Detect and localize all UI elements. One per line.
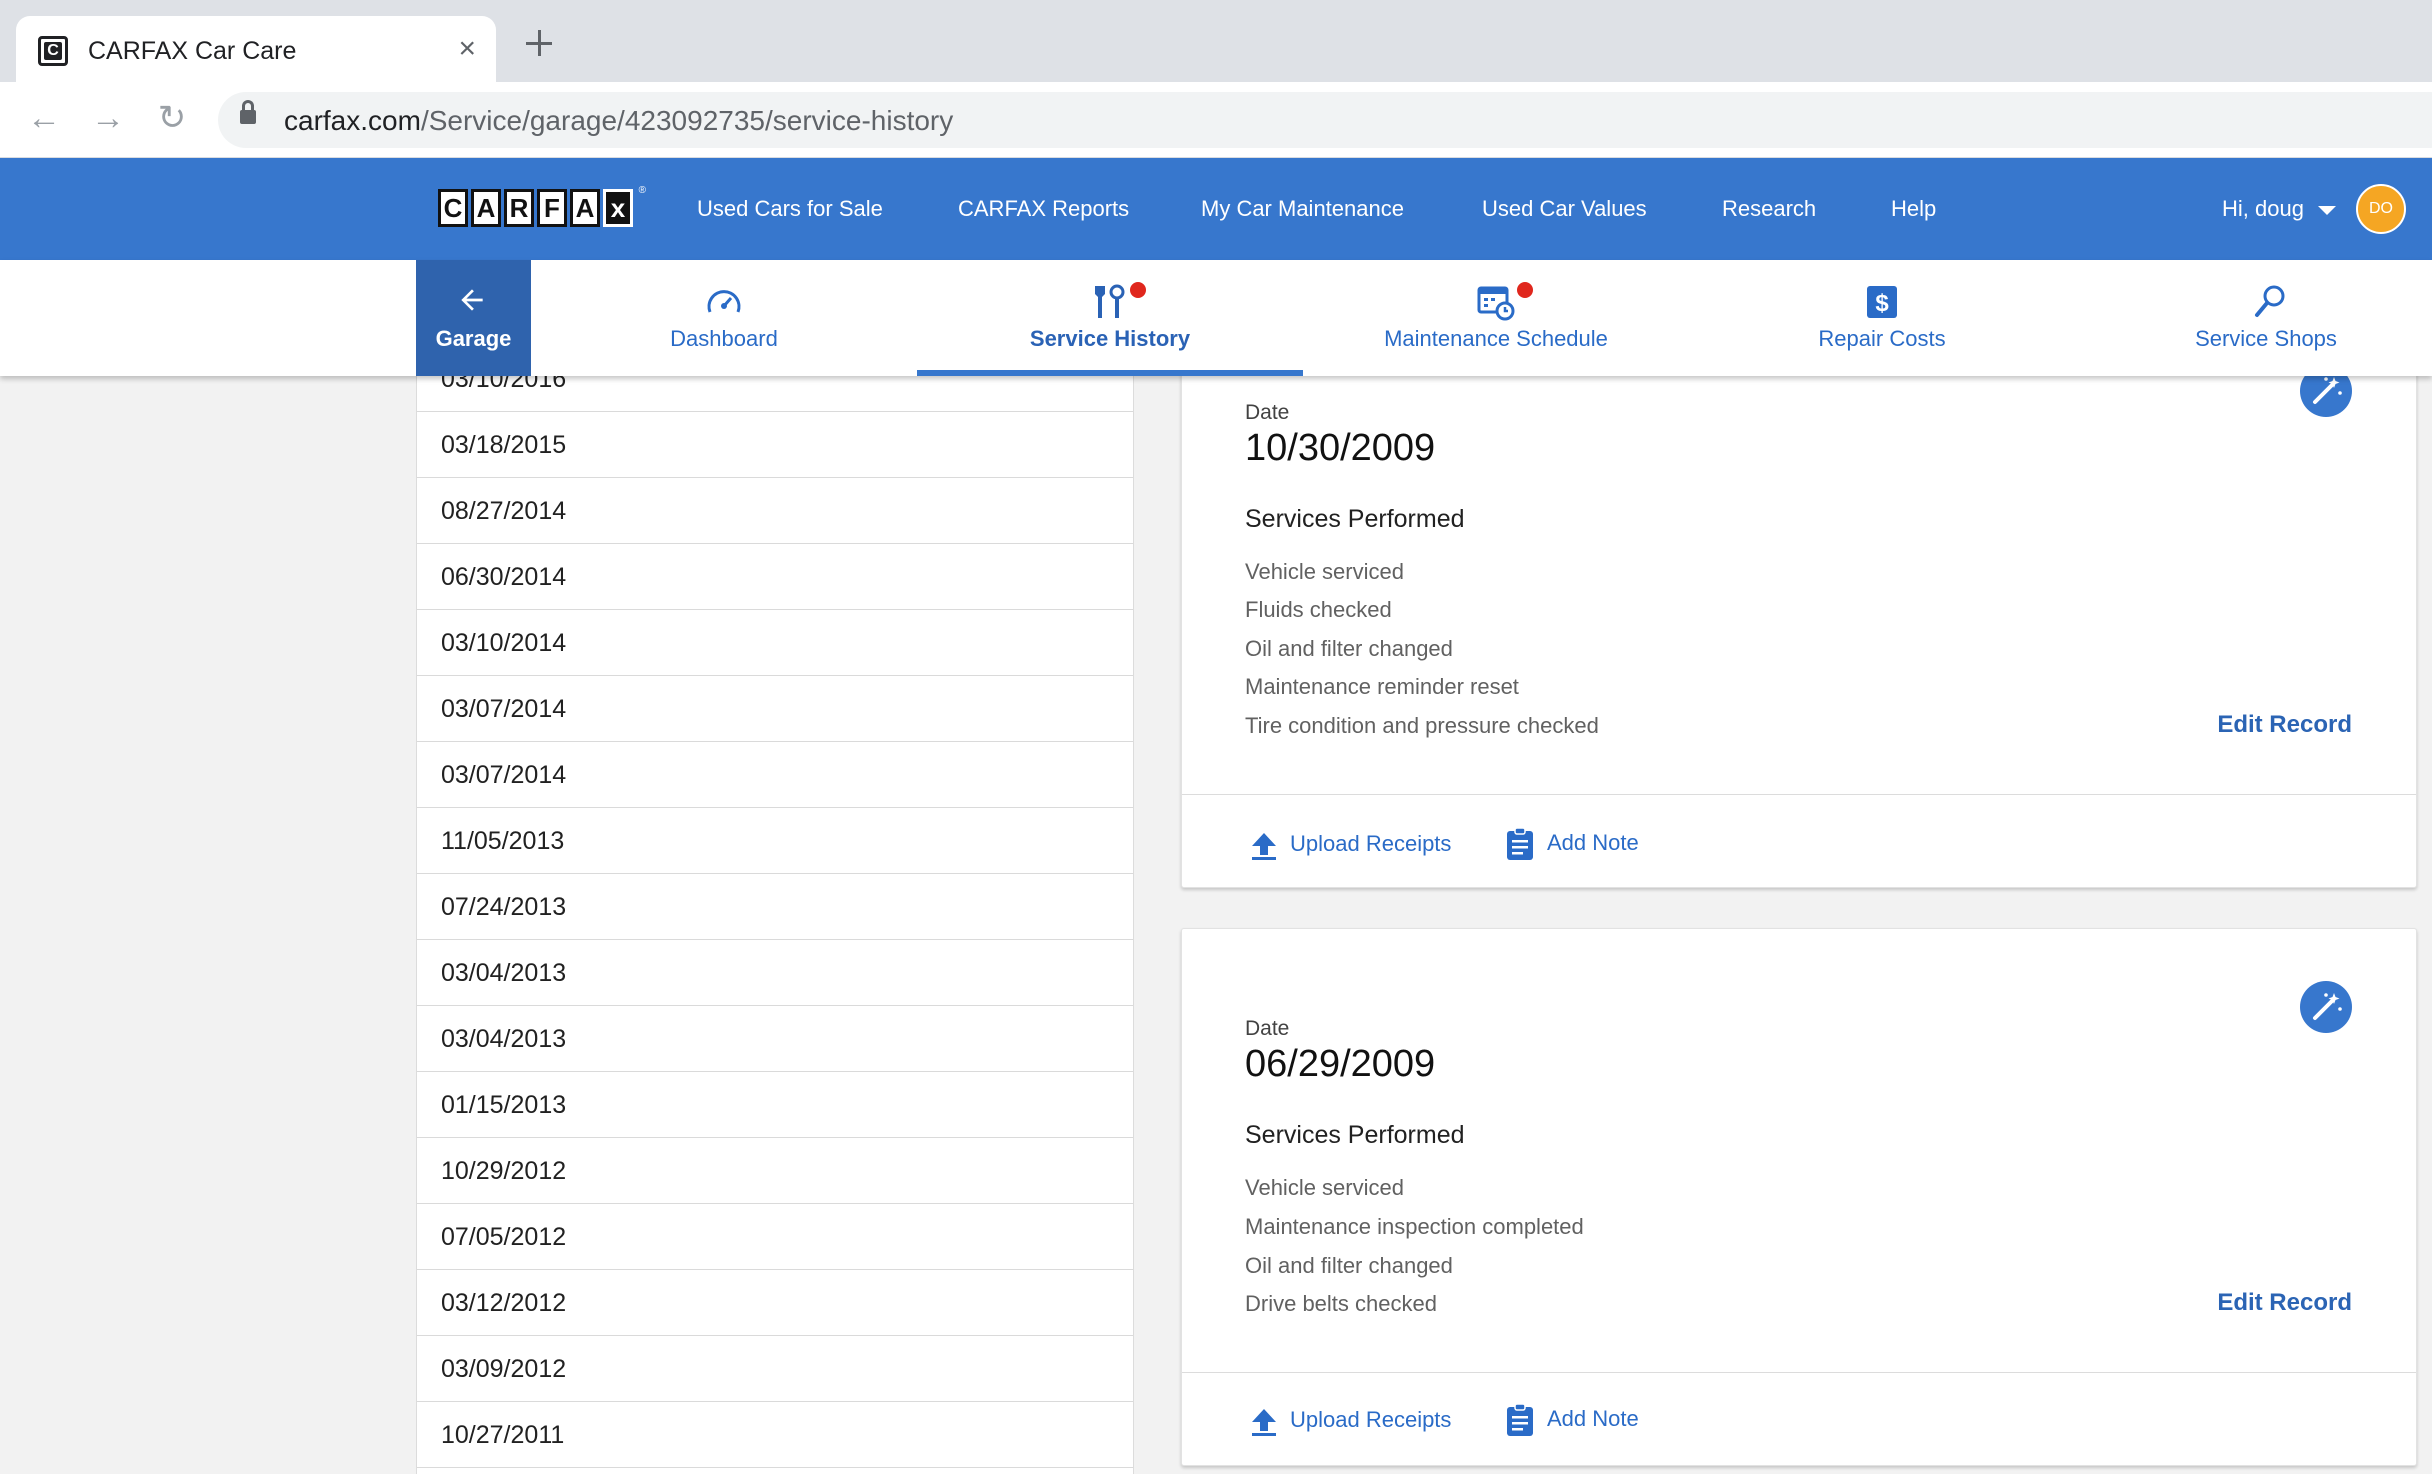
lock-icon	[240, 100, 256, 124]
upload-receipts-button[interactable]: Upload Receipts	[1290, 831, 1451, 857]
notification-badge	[1130, 282, 1146, 298]
list-item[interactable]: 03/04/2013	[417, 1006, 1133, 1072]
list-item[interactable]: 03/10/2014	[417, 610, 1133, 676]
record-date: 10/30/2009	[1245, 427, 1436, 469]
list-item[interactable]: 03/09/2012	[417, 1336, 1133, 1402]
notification-badge	[1517, 282, 1533, 298]
schedule-icon	[1477, 286, 1515, 321]
service-item: Vehicle serviced	[1245, 559, 1404, 584]
garage-back-button[interactable]: Garage	[416, 260, 531, 376]
carfax-favicon-icon: C	[38, 36, 68, 66]
date-caption: Date	[1245, 401, 1290, 424]
list-item[interactable]: 07/05/2012	[417, 1204, 1133, 1270]
list-item[interactable]: 08/27/2014	[417, 478, 1133, 544]
upload-receipts-button[interactable]: Upload Receipts	[1290, 1407, 1451, 1433]
list-item[interactable]: 10/29/2012	[417, 1138, 1133, 1204]
nav-help[interactable]: Help	[1891, 158, 1936, 260]
list-item[interactable]: 11/05/2013	[417, 808, 1133, 874]
nav-my-car-maintenance[interactable]: My Car Maintenance	[1201, 158, 1404, 260]
upload-icon[interactable]	[1250, 1407, 1278, 1437]
dollar-icon: $	[1867, 286, 1897, 318]
search-icon	[2255, 285, 2285, 317]
garage-label: Garage	[435, 326, 512, 351]
service-item: Fluids checked	[1245, 597, 1392, 622]
svg-text:$: $	[1875, 290, 1889, 317]
edit-record-button[interactable]: Edit Record	[2217, 1289, 2352, 1317]
arrow-left-icon	[461, 289, 483, 311]
tools-icon	[1095, 284, 1125, 318]
nav-used-car-values[interactable]: Used Car Values	[1482, 158, 1647, 260]
edit-record-button[interactable]: Edit Record	[2217, 711, 2352, 739]
services-title: Services Performed	[1245, 505, 1465, 533]
close-tab-icon[interactable]: ×	[458, 32, 476, 66]
service-date-list: 03/10/2016 03/18/2015 08/27/2014 06/30/2…	[416, 376, 1134, 1474]
list-item[interactable]: 03/04/2013	[417, 940, 1133, 1006]
list-item[interactable]: 01/15/2013	[417, 1072, 1133, 1138]
list-item[interactable]: 10/27/2011	[417, 1402, 1133, 1468]
browser-tab-strip: C CARFAX Car Care ×	[0, 0, 2432, 82]
service-item: Vehicle serviced	[1245, 1175, 1404, 1200]
new-tab-icon[interactable]	[522, 26, 556, 60]
list-item[interactable]: 03/10/2016	[417, 376, 1133, 412]
tab-title: CARFAX Car Care	[88, 37, 297, 65]
tab-service-history[interactable]: Service History	[917, 260, 1303, 376]
forward-icon[interactable]: →	[86, 96, 130, 140]
service-item: Tire condition and pressure checked	[1245, 713, 1599, 738]
tab-dashboard[interactable]: Dashboard	[531, 260, 917, 376]
service-item: Drive belts checked	[1245, 1291, 1437, 1316]
service-item: Oil and filter changed	[1245, 636, 1453, 661]
edit-record-fab[interactable]	[2300, 981, 2352, 1033]
tab-service-shops[interactable]: Service Shops	[2075, 260, 2432, 376]
magic-wand-icon	[2313, 993, 2342, 1020]
browser-tab[interactable]: C CARFAX Car Care ×	[16, 16, 496, 82]
list-item[interactable]: 03/12/2012	[417, 1270, 1133, 1336]
service-record-card: Date 06/29/2009 Services Performed Vehic…	[1181, 928, 2417, 1466]
address-bar[interactable]: carfax.com/Service/garage/423092735/serv…	[218, 92, 2432, 148]
record-date: 06/29/2009	[1245, 1043, 1436, 1085]
avatar[interactable]: DO	[2356, 184, 2406, 234]
tab-repair-costs[interactable]: $ Repair Costs	[1689, 260, 2075, 376]
url-text[interactable]: carfax.com/Service/garage/423092735/serv…	[284, 105, 953, 137]
add-note-button[interactable]: Add Note	[1547, 830, 1639, 856]
service-item: Maintenance reminder reset	[1245, 674, 1519, 699]
service-record-card: Date 10/30/2009 Services Performed Vehic…	[1181, 330, 2417, 888]
date-caption: Date	[1245, 1017, 1290, 1040]
user-greeting[interactable]: Hi, doug	[2222, 158, 2304, 260]
speedometer-icon	[707, 290, 741, 313]
garage-subnav: Garage Dashboard Service History Mainten…	[0, 260, 2432, 376]
service-item: Oil and filter changed	[1245, 1253, 1453, 1278]
back-icon[interactable]: ←	[22, 96, 66, 140]
site-header: C A R F A x Used Cars for Sale CARFAX Re…	[0, 158, 2432, 260]
carfax-logo[interactable]: C A R F A x	[438, 185, 646, 227]
clipboard-icon[interactable]	[1506, 1403, 1534, 1437]
tab-maintenance-schedule[interactable]: Maintenance Schedule	[1303, 260, 1689, 376]
nav-carfax-reports[interactable]: CARFAX Reports	[958, 158, 1129, 260]
list-item[interactable]: 06/30/2014	[417, 544, 1133, 610]
services-title: Services Performed	[1245, 1121, 1465, 1149]
list-item[interactable]: 03/07/2014	[417, 742, 1133, 808]
nav-research[interactable]: Research	[1722, 158, 1816, 260]
reload-icon[interactable]: ↻	[150, 96, 194, 140]
browser-toolbar: ← → ↻ carfax.com/Service/garage/42309273…	[0, 82, 2432, 158]
list-item[interactable]: 03/07/2014	[417, 676, 1133, 742]
clipboard-icon[interactable]	[1506, 827, 1534, 861]
upload-icon[interactable]	[1250, 831, 1278, 861]
list-item[interactable]: 03/18/2015	[417, 412, 1133, 478]
service-item: Maintenance inspection completed	[1245, 1214, 1584, 1239]
nav-used-cars[interactable]: Used Cars for Sale	[697, 158, 883, 260]
list-item[interactable]: 07/24/2013	[417, 874, 1133, 940]
chevron-down-icon[interactable]	[2318, 206, 2336, 215]
add-note-button[interactable]: Add Note	[1547, 1406, 1639, 1432]
